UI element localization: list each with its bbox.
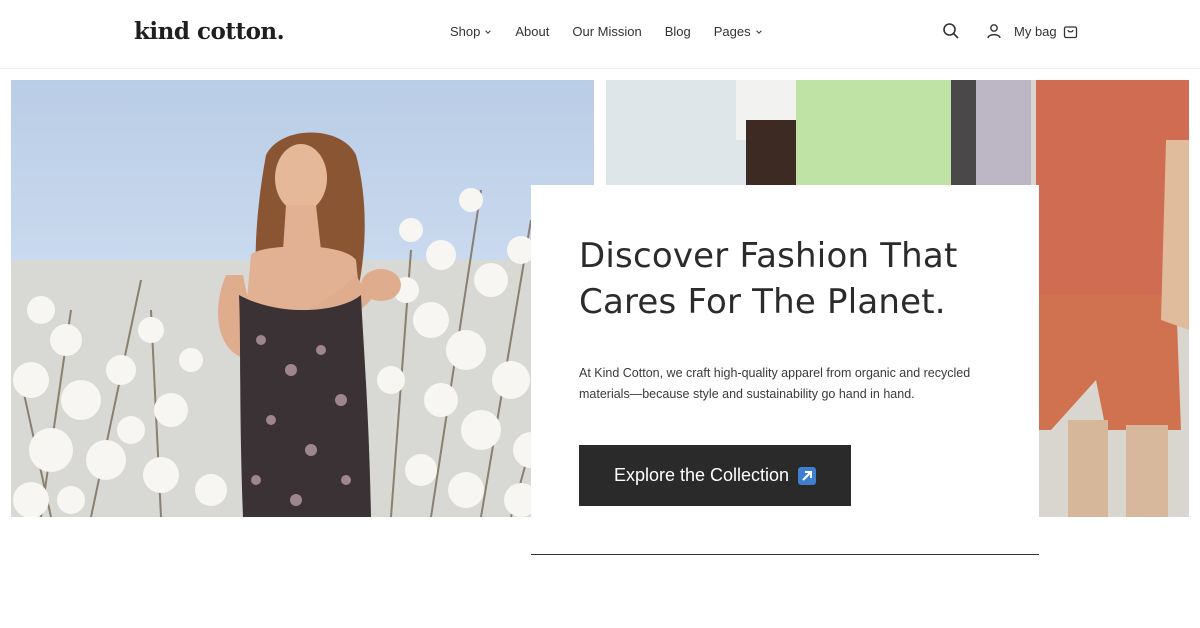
nav-item-our-mission[interactable]: Our Mission [572,24,641,39]
arrow-up-right-icon [798,466,817,485]
hero-image-cotton-field [11,80,594,517]
cta-label: Explore the Collection [613,465,790,485]
cotton-field-illustration [11,132,594,517]
explore-collection-button[interactable]: Explore the Collection [579,445,851,506]
hero-headline: Discover Fashion That Cares For The Plan… [579,236,958,322]
nav-item-label: Shop [450,24,481,39]
nav-item-label: Our Mission [572,24,642,39]
search-icon[interactable] [942,22,960,40]
bag-label: My bag [1014,23,1057,39]
site-header: kind cotton. Shop About Our Mission Blog… [0,0,1200,69]
nav-item-label: About [515,24,550,39]
divider-line [531,554,1039,555]
nav-item-label: Pages [713,24,751,39]
header-tools: My bag [942,22,1078,40]
nav-item-label: Blog [664,24,691,39]
nav-item-about[interactable]: About [515,24,549,39]
brand-logo[interactable]: kind cotton. [134,18,285,45]
shopping-bag-icon [1063,25,1077,38]
nav-item-shop[interactable]: Shop [450,24,492,39]
my-bag-link[interactable]: My bag [1010,24,1078,39]
main-nav: Shop About Our Mission Blog Pages [450,24,786,39]
chevron-down-icon [755,29,762,34]
nav-item-blog[interactable]: Blog [665,24,691,39]
chevron-down-icon [485,29,492,34]
hero-description: At Kind Cotton, we craft high-quality ap… [579,366,971,401]
nav-item-pages[interactable]: Pages [714,24,763,39]
hero-card: Discover Fashion That Cares For The Plan… [531,185,1039,557]
user-icon[interactable] [986,23,1002,39]
